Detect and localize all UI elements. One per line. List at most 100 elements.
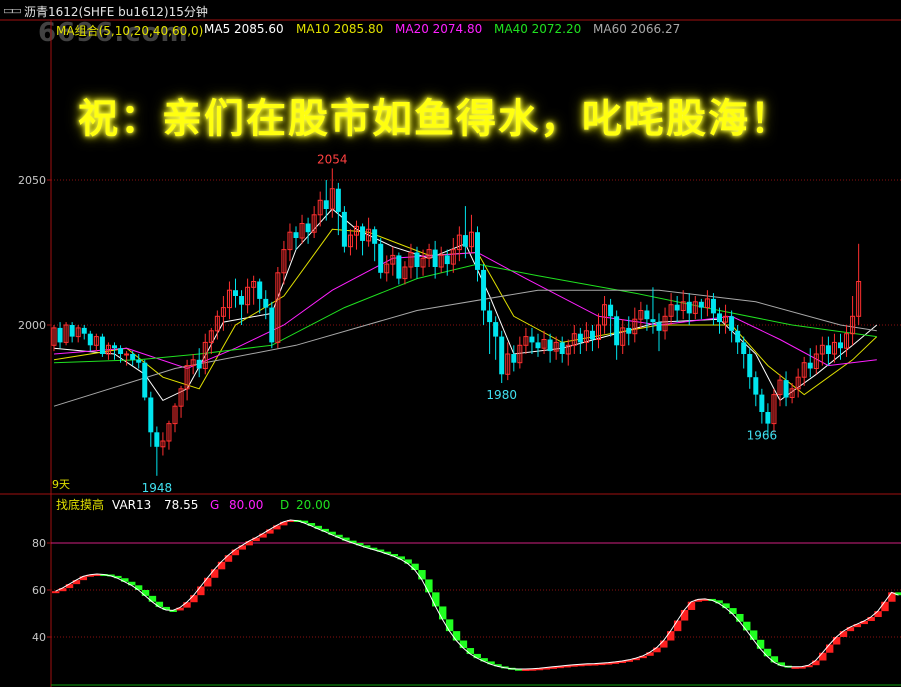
osc-bar-down — [445, 619, 454, 632]
osc-bar-down — [418, 570, 426, 580]
osc-bar-up — [839, 631, 848, 637]
candle-body-down — [674, 304, 680, 311]
osc-bar-down — [134, 585, 143, 590]
candle-body-down — [686, 301, 692, 314]
osc-bar-up — [687, 601, 696, 610]
candle-body-down — [130, 354, 136, 360]
osc-bar-up — [238, 545, 246, 550]
ma-line-ma40 — [53, 263, 877, 364]
candle-body-down — [547, 339, 553, 352]
candle-body-down — [372, 229, 378, 244]
osc-bar-down — [438, 606, 447, 620]
price-label-low: 1948 — [142, 481, 173, 495]
candle-body-down — [825, 345, 831, 354]
osc-bar-up — [190, 595, 198, 603]
osc-bar-down — [404, 559, 412, 564]
candle-body-down — [614, 316, 620, 346]
candle-body-down — [807, 362, 813, 369]
osc-bar-up — [825, 644, 834, 653]
candle-body-down — [656, 322, 662, 331]
candle-body-down — [493, 322, 499, 337]
candle-body-down — [81, 327, 87, 334]
osc-bar-up — [653, 647, 661, 653]
osc-bar-up — [680, 609, 689, 621]
candle-body-down — [644, 310, 650, 320]
osc-bar-down — [763, 648, 772, 657]
banner-message: 祝：亲们在股市如鱼得水，叱咤股海！ — [78, 95, 792, 142]
osc-bar-down — [148, 595, 157, 602]
candle-body-down — [269, 307, 275, 343]
candle-body-down — [341, 211, 347, 247]
candle-body-down — [335, 188, 341, 212]
osc-bar-up — [259, 533, 267, 538]
osc-bar-up — [812, 660, 820, 666]
osc-bar-down — [756, 639, 765, 649]
candle-body-down — [487, 310, 493, 323]
osc-bar-down — [729, 608, 737, 614]
candle-body-down — [529, 336, 535, 343]
candle-body-down — [475, 232, 480, 270]
osc-tick-label: 80 — [32, 537, 46, 550]
osc-bar-down — [473, 653, 481, 659]
osc-bar-down — [466, 648, 475, 654]
osc-bar-up — [65, 584, 74, 589]
osc-bar-down — [459, 640, 468, 649]
osc-d-value: 20.00 — [296, 498, 330, 512]
osc-bar-up — [183, 602, 191, 608]
osc-bar-up — [79, 576, 88, 581]
osc-d-label: D — [280, 498, 289, 512]
osc-tick-label: 40 — [32, 631, 46, 644]
osc-bar-up — [673, 620, 682, 632]
osc-name: 找底摸高 — [56, 497, 104, 512]
candle-body-down — [698, 301, 704, 308]
osc-g-label: G — [210, 498, 219, 512]
candle-body-down — [753, 377, 759, 395]
osc-bar-up — [72, 580, 81, 585]
candle-body-down — [136, 359, 142, 363]
candle-body-down — [838, 342, 843, 349]
osc-bar-down — [121, 578, 129, 582]
candle-body-down — [196, 359, 202, 369]
candle-body-down — [154, 432, 160, 447]
period-label: 9天 — [52, 478, 70, 491]
osc-bar-up — [660, 640, 668, 648]
candle-body-down — [535, 342, 541, 349]
candle-body-down — [112, 345, 117, 349]
candle-body-down — [608, 304, 614, 317]
candle-body-down — [729, 316, 735, 331]
osc-bar-down — [770, 656, 779, 663]
price-label-high: 2054 — [317, 152, 348, 166]
osc-bar-down — [743, 621, 751, 631]
candle-body-down — [717, 313, 722, 323]
candle-body-down — [559, 342, 565, 354]
candle-body-down — [444, 255, 450, 265]
osc-g-value: 80.00 — [229, 498, 263, 512]
candle-body-up — [124, 353, 130, 356]
candle-body-down — [741, 342, 747, 354]
candle-body-down — [626, 327, 632, 334]
candle-body-down — [511, 354, 517, 363]
candle-body-down — [396, 255, 402, 279]
candle-body-down — [589, 330, 595, 340]
osc-bar-down — [749, 630, 758, 640]
candle-body-down — [57, 327, 63, 343]
osc-bar-up — [231, 549, 240, 556]
osc-bar-up — [846, 627, 855, 632]
osc-tick-label: 60 — [32, 584, 46, 597]
candle-body-down — [257, 281, 263, 299]
osc-bar-up — [197, 586, 205, 596]
candle-body-down — [577, 333, 583, 343]
candle-body-down — [360, 226, 366, 241]
osc-var-value: 78.55 — [164, 498, 198, 512]
osc-bar-up — [667, 631, 675, 641]
candle-body-down — [323, 200, 329, 209]
candle-body-down — [239, 296, 245, 305]
osc-bar-up — [874, 611, 882, 618]
candle-body-down — [432, 249, 438, 267]
osc-bar-up — [273, 525, 281, 530]
price-label-low: 1966 — [747, 429, 778, 443]
osc-bar-down — [736, 613, 744, 622]
candle-body-down — [765, 412, 771, 424]
candle-body-down — [481, 269, 487, 311]
osc-bar-up — [245, 541, 253, 546]
